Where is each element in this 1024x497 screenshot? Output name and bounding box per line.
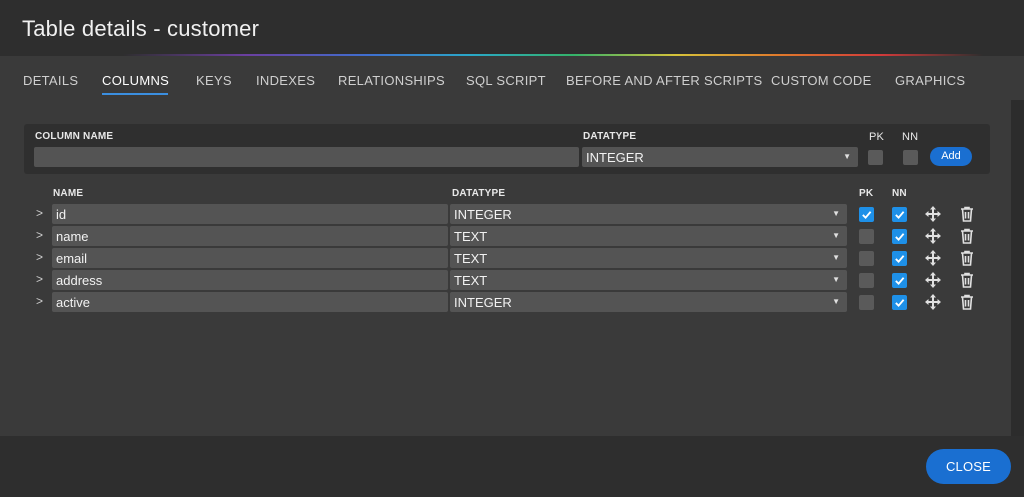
checkmark-icon: [862, 211, 872, 220]
tab-before-and-after-scripts[interactable]: BEFORE AND AFTER SCRIPTS: [566, 73, 762, 88]
checkmark-icon: [895, 299, 905, 308]
caret-down-icon: ▼: [832, 231, 840, 240]
column-datatype-select[interactable]: TEXT ▼: [450, 270, 847, 290]
column-name-field[interactable]: email: [52, 248, 448, 268]
checkmark-icon: [895, 233, 905, 242]
vertical-scrollbar[interactable]: [1011, 100, 1024, 436]
trash-icon[interactable]: [958, 227, 976, 245]
nn-checkbox[interactable]: [903, 150, 918, 165]
datatype-column-header: DATATYPE: [452, 188, 506, 199]
column-name-field[interactable]: id: [52, 204, 448, 224]
dialog-footer: [0, 436, 1024, 497]
move-arrows-icon[interactable]: [924, 293, 942, 311]
pk-checkbox[interactable]: [859, 251, 874, 266]
nn-checkbox[interactable]: [892, 251, 907, 266]
pk-checkbox[interactable]: [859, 295, 874, 310]
caret-down-icon: ▼: [832, 253, 840, 262]
caret-down-icon: ▼: [832, 297, 840, 306]
add-button[interactable]: Add: [930, 147, 972, 166]
tab-details[interactable]: DETAILS: [23, 73, 78, 88]
pk-column-header: PK: [859, 188, 874, 199]
caret-down-icon: ▼: [843, 152, 851, 161]
close-button[interactable]: CLOSE: [926, 449, 1011, 484]
tab-graphics[interactable]: GRAPHICS: [895, 73, 965, 88]
pk-label: PK: [869, 131, 885, 143]
tab-columns[interactable]: COLUMNS: [102, 73, 169, 88]
column-datatype-select[interactable]: TEXT ▼: [450, 226, 847, 246]
tab-keys[interactable]: KEYS: [196, 73, 232, 88]
chevron-right-icon[interactable]: >: [36, 294, 43, 308]
column-name-input[interactable]: [34, 147, 579, 167]
checkmark-icon: [895, 211, 905, 220]
chevron-right-icon[interactable]: >: [36, 272, 43, 286]
column-name-value: name: [56, 229, 89, 244]
column-name-label: COLUMN NAME: [35, 131, 114, 142]
trash-icon[interactable]: [958, 205, 976, 223]
column-datatype-value: TEXT: [454, 251, 488, 266]
dialog-header: Table details - customer: [0, 0, 1024, 55]
move-arrows-icon[interactable]: [924, 249, 942, 267]
nn-column-header: NN: [892, 188, 907, 199]
column-name-value: address: [56, 273, 103, 288]
move-arrows-icon[interactable]: [924, 227, 942, 245]
datatype-select-value: INTEGER: [586, 150, 644, 165]
column-datatype-select[interactable]: TEXT ▼: [450, 248, 847, 268]
column-datatype-value: INTEGER: [454, 207, 512, 222]
tab-bar: DETAILS COLUMNS KEYS INDEXES RELATIONSHI…: [0, 56, 1024, 100]
column-datatype-value: INTEGER: [454, 295, 512, 310]
column-name-field[interactable]: active: [52, 292, 448, 312]
pk-checkbox[interactable]: [859, 207, 874, 222]
dialog-title: Table details - customer: [22, 16, 260, 41]
move-arrows-icon[interactable]: [924, 205, 942, 223]
pk-checkbox[interactable]: [859, 229, 874, 244]
column-name-field[interactable]: address: [52, 270, 448, 290]
move-arrows-icon[interactable]: [924, 271, 942, 289]
dialog-body: DETAILS COLUMNS KEYS INDEXES RELATIONSHI…: [0, 56, 1024, 436]
trash-icon[interactable]: [958, 271, 976, 289]
tab-indexes[interactable]: INDEXES: [256, 73, 315, 88]
column-name-value: active: [56, 295, 90, 310]
nn-checkbox[interactable]: [892, 273, 907, 288]
nn-label: NN: [902, 131, 919, 143]
datatype-label: DATATYPE: [583, 131, 637, 142]
chevron-right-icon[interactable]: >: [36, 206, 43, 220]
nn-checkbox[interactable]: [892, 229, 907, 244]
column-datatype-select[interactable]: INTEGER ▼: [450, 292, 847, 312]
checkmark-icon: [895, 277, 905, 286]
column-name-value: email: [56, 251, 88, 266]
tab-custom-code[interactable]: CUSTOM CODE: [771, 73, 872, 88]
tab-sql-script[interactable]: SQL SCRIPT: [466, 73, 546, 88]
tab-relationships[interactable]: RELATIONSHIPS: [338, 73, 445, 88]
caret-down-icon: ▼: [832, 275, 840, 284]
trash-icon[interactable]: [958, 249, 976, 267]
caret-down-icon: ▼: [832, 209, 840, 218]
chevron-right-icon[interactable]: >: [36, 228, 43, 242]
name-column-header: NAME: [53, 188, 84, 199]
column-datatype-value: TEXT: [454, 273, 488, 288]
nn-checkbox[interactable]: [892, 207, 907, 222]
active-tab-indicator: [102, 93, 168, 95]
nn-checkbox[interactable]: [892, 295, 907, 310]
pk-checkbox[interactable]: [868, 150, 883, 165]
trash-icon[interactable]: [958, 293, 976, 311]
checkmark-icon: [895, 255, 905, 264]
column-name-field[interactable]: name: [52, 226, 448, 246]
column-name-value: id: [56, 207, 67, 222]
pk-checkbox[interactable]: [859, 273, 874, 288]
column-datatype-value: TEXT: [454, 229, 488, 244]
chevron-right-icon[interactable]: >: [36, 250, 43, 264]
column-datatype-select[interactable]: INTEGER ▼: [450, 204, 847, 224]
datatype-select[interactable]: INTEGER ▼: [582, 147, 858, 167]
